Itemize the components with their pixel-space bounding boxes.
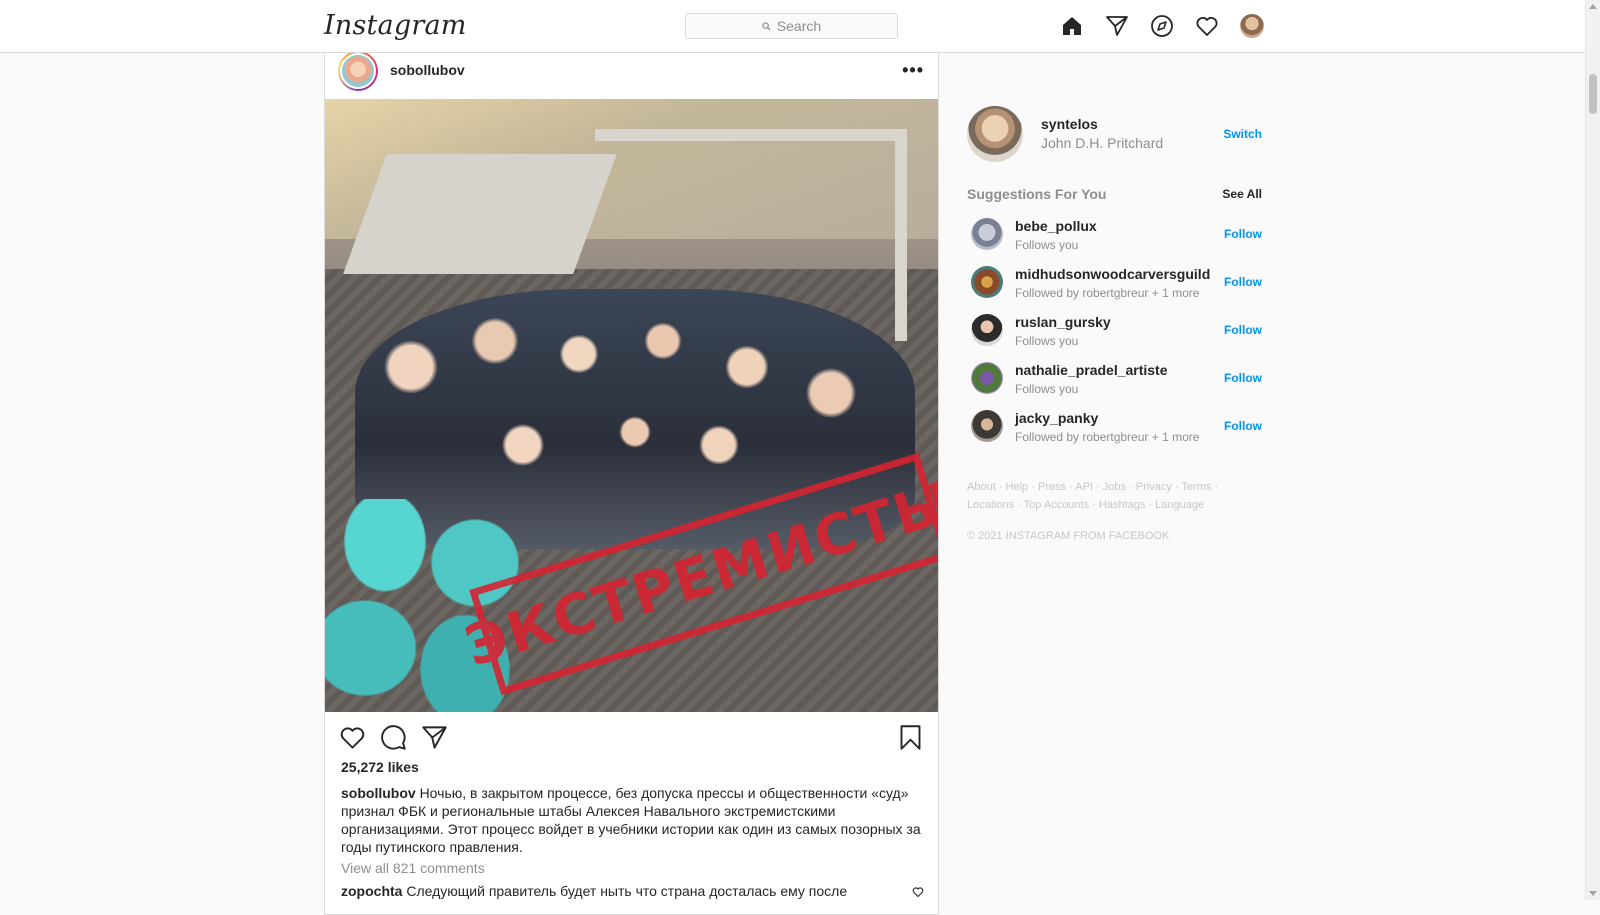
footer-link-top-accounts[interactable]: Top Accounts [1024,499,1089,511]
suggestion-context: Followed by robertgbreur + 1 more [1015,430,1200,444]
suggestion-username[interactable]: bebe_pollux [1015,218,1097,234]
view-all-comments-link[interactable]: View all 821 comments [341,860,485,876]
follow-button[interactable]: Follow [1224,227,1262,241]
comment-username[interactable]: zopochta [341,883,402,899]
suggestion-item: ruslan_gursky Follows you Follow [967,312,1262,360]
search-icon [762,21,771,31]
instagram-logo[interactable]: Instagram [324,10,467,41]
footer-links: About · Help · Press · API · Jobs · Priv… [967,481,1219,511]
post-avatar-image [342,55,374,87]
caption-username[interactable]: sobollubov [341,785,416,801]
post-header: sobollubov ••• [325,46,938,100]
suggestion-avatar[interactable] [971,314,1003,346]
footer-link-privacy[interactable]: Privacy [1136,481,1172,493]
scroll-up-arrow-icon[interactable] [1589,4,1597,9]
footer-link-press[interactable]: Press [1038,481,1066,493]
footer-link-about[interactable]: About [967,481,996,493]
suggestion-avatar[interactable] [971,266,1003,298]
suggestion-username[interactable]: nathalie_pradel_artiste [1015,362,1168,378]
suggestion-avatar[interactable] [971,362,1003,394]
search-placeholder: Search [776,18,822,34]
footer-link-language[interactable]: Language [1155,499,1204,511]
suggestion-item: jacky_panky Followed by robertgbreur + 1… [967,408,1262,456]
save-bookmark-icon[interactable] [897,724,924,751]
post-username[interactable]: sobollubov [390,62,465,78]
current-user-fullname: John D.H. Pritchard [1041,135,1164,151]
suggestion-context: Follows you [1015,238,1079,252]
suggestion-item: bebe_pollux Follows you Follow [967,216,1262,264]
caption-text: Ночью, в закрытом процессе, без допуска … [341,785,921,855]
copyright: © 2021 INSTAGRAM FROM FACEBOOK [967,530,1170,542]
comment-text: Следующий правитель будет ныть что стран… [406,883,848,899]
suggestion-avatar[interactable] [971,410,1003,442]
suggestion-context: Follows you [1015,382,1079,396]
more-options-icon[interactable]: ••• [902,60,924,81]
likes-count[interactable]: 25,272 likes [341,759,419,775]
profile-avatar[interactable] [1240,14,1264,38]
post-avatar [340,53,376,89]
home-icon[interactable] [1060,14,1084,38]
suggestion-username[interactable]: midhudsonwoodcarversguild [1015,266,1210,282]
explore-icon[interactable] [1150,14,1174,38]
suggestions-list: bebe_pollux Follows you Follow midhudson… [967,216,1262,456]
post-actions [339,724,448,751]
footer-link-jobs[interactable]: Jobs [1103,481,1126,493]
suggestions-header: Suggestions For You See All [967,186,1262,202]
switch-account-button[interactable]: Switch [1223,127,1262,141]
suggestion-context: Follows you [1015,334,1079,348]
footer-link-terms[interactable]: Terms [1181,481,1211,493]
footer-link-hashtags[interactable]: Hashtags [1099,499,1145,511]
post-caption: sobollubov Ночью, в закрытом процессе, б… [341,784,926,856]
share-direct-icon[interactable] [421,724,448,751]
story-ring[interactable] [338,51,378,91]
suggestion-username[interactable]: jacky_panky [1015,410,1098,426]
suggestion-context: Followed by robertgbreur + 1 more [1015,286,1200,300]
page-scrollbar[interactable] [1585,0,1600,900]
follow-button[interactable]: Follow [1224,275,1262,289]
footer-link-help[interactable]: Help [1006,481,1029,493]
current-user-panel: syntelos John D.H. Pritchard Switch [967,106,1262,162]
follow-button[interactable]: Follow [1224,419,1262,433]
follow-button[interactable]: Follow [1224,323,1262,337]
scroll-down-arrow-icon[interactable] [1589,891,1597,896]
suggestion-item: midhudsonwoodcarversguild Followed by ro… [967,264,1262,312]
suggestion-avatar[interactable] [971,218,1003,250]
footer-link-locations[interactable]: Locations [967,499,1014,511]
search-input[interactable]: Search [685,13,898,39]
post-photo[interactable]: ЭКСТРЕМИСТЫ [325,99,938,712]
nav-icons [1060,14,1264,38]
suggestion-username[interactable]: ruslan_gursky [1015,314,1111,330]
top-nav: Instagram Search [0,0,1585,53]
activity-heart-icon[interactable] [1195,14,1219,38]
photo-roof-structure [343,154,617,274]
current-user-avatar[interactable] [967,106,1023,162]
current-username[interactable]: syntelos [1041,116,1098,132]
comment-icon[interactable] [380,724,407,751]
suggestions-title: Suggestions For You [967,186,1107,202]
comment-like-icon[interactable] [912,886,924,898]
scroll-thumb[interactable] [1589,74,1597,114]
direct-icon[interactable] [1105,14,1129,38]
follow-button[interactable]: Follow [1224,371,1262,385]
like-heart-icon[interactable] [339,724,366,751]
comment-row: zopochta Следующий правитель будет ныть … [341,882,901,900]
see-all-link[interactable]: See All [1222,187,1262,201]
footer-link-api[interactable]: API [1075,481,1093,493]
post-card: sobollubov ••• ЭКСТРЕМИСТЫ 25,272 likes … [324,45,939,915]
suggestion-item: nathalie_pradel_artiste Follows you Foll… [967,360,1262,408]
